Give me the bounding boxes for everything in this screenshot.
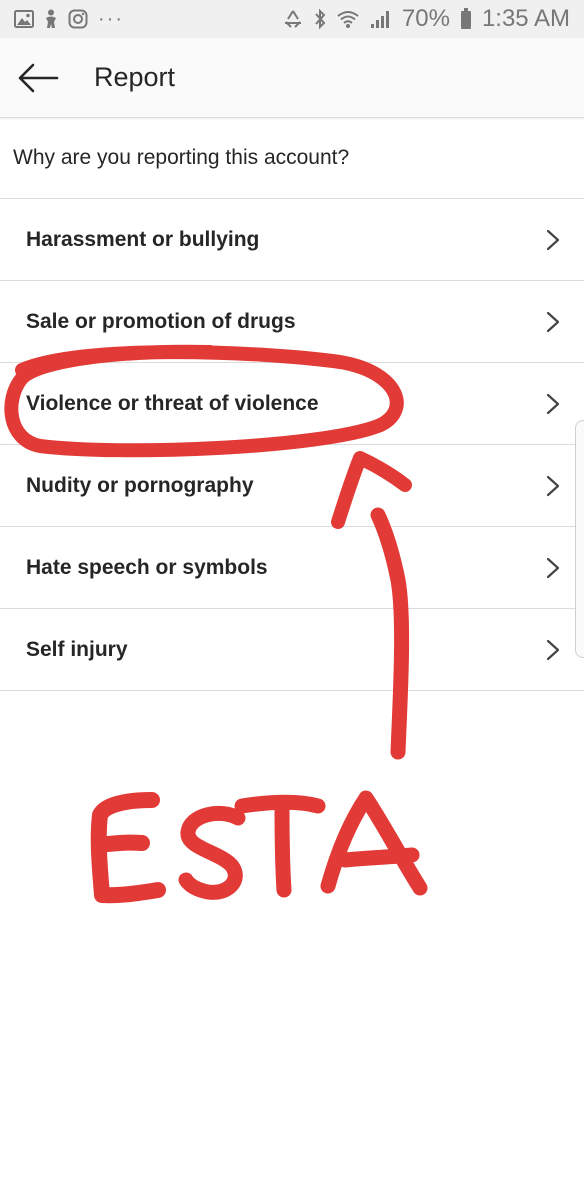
reason-label: Sale or promotion of drugs — [26, 309, 296, 333]
signal-icon — [370, 9, 392, 29]
person-icon — [44, 9, 58, 29]
gallery-icon — [14, 10, 34, 28]
reason-label: Self injury — [26, 637, 128, 661]
bluetooth-icon — [314, 8, 326, 30]
reason-list: Harassment or bullying Sale or promotion… — [0, 199, 584, 691]
chevron-right-icon — [546, 229, 562, 251]
page-title: Report — [94, 62, 176, 92]
reason-label: Nudity or pornography — [26, 473, 254, 497]
arrow-left-icon — [18, 63, 59, 92]
status-bar: ··· 70% 1:35 AM — [0, 0, 584, 38]
status-bar-right: 70% 1:35 AM — [282, 5, 570, 33]
reason-label: Harassment or bullying — [26, 227, 260, 251]
chevron-right-icon — [546, 475, 562, 497]
app-header: Report — [0, 38, 584, 118]
edge-panel-handle[interactable] — [575, 420, 584, 658]
reason-item-harassment[interactable]: Harassment or bullying — [0, 199, 584, 281]
letter-s — [178, 805, 246, 900]
letter-a — [320, 790, 428, 896]
reason-label: Hate speech or symbols — [26, 555, 268, 579]
letter-e — [90, 792, 166, 904]
battery-percentage: 70% — [401, 5, 450, 32]
reason-item-nudity[interactable]: Nudity or pornography — [0, 445, 584, 527]
chevron-right-icon — [546, 639, 562, 661]
instagram-icon — [68, 9, 88, 29]
reason-item-self-injury[interactable]: Self injury — [0, 609, 584, 691]
back-button[interactable] — [0, 38, 78, 118]
chevron-right-icon — [546, 557, 562, 579]
letter-t — [234, 794, 326, 898]
recycle-icon — [282, 9, 304, 29]
battery-icon — [460, 8, 472, 30]
reason-label: Violence or threat of violence — [26, 391, 319, 415]
reason-item-hate-speech[interactable]: Hate speech or symbols — [0, 527, 584, 609]
wifi-icon — [336, 9, 360, 29]
report-question: Why are you reporting this account? — [0, 118, 584, 199]
more-notifications-icon: ··· — [98, 7, 124, 30]
chevron-right-icon — [546, 393, 562, 415]
status-bar-left: ··· — [14, 8, 124, 31]
status-time: 1:35 AM — [481, 5, 570, 32]
reason-item-drugs[interactable]: Sale or promotion of drugs — [0, 281, 584, 363]
reason-item-violence[interactable]: Violence or threat of violence — [0, 363, 584, 445]
chevron-right-icon — [546, 311, 562, 333]
